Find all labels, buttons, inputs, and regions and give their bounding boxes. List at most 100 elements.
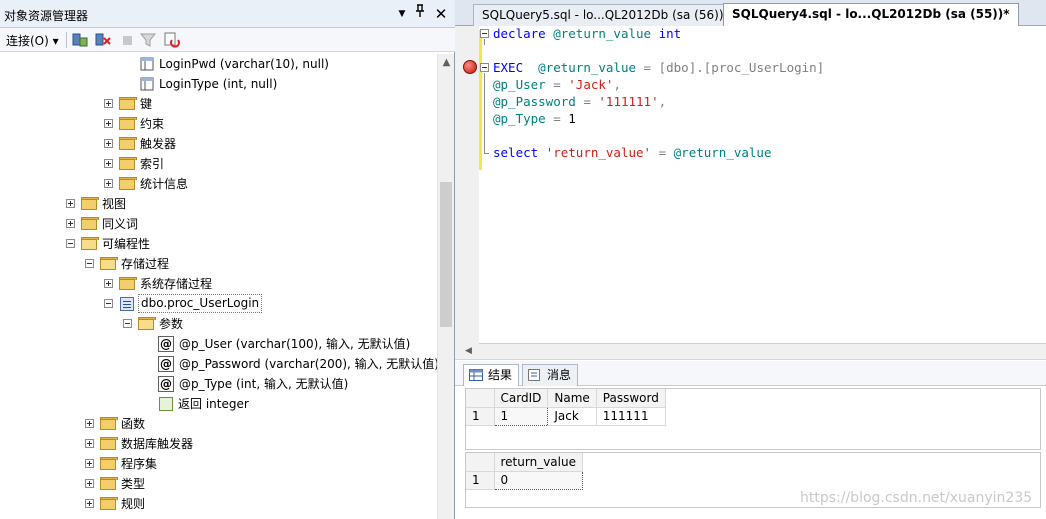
scroll-up-icon[interactable]: ▲: [438, 54, 455, 71]
tab-sqlquery5[interactable]: SQLQuery5.sql - lo...QL2012Db (sa (56))*: [473, 4, 739, 26]
tree-node-return[interactable]: 返回 integer: [0, 394, 437, 414]
tree-node-rules[interactable]: 规则: [0, 494, 437, 514]
expand-icon[interactable]: [104, 179, 113, 188]
breakpoint-icon[interactable]: [463, 60, 477, 74]
expand-icon[interactable]: [85, 479, 94, 488]
connect-button[interactable]: 连接(O) ▾: [6, 32, 59, 49]
tree-node-param-password[interactable]: @ @p_Password (varchar(200), 输入, 无默认值): [0, 354, 437, 374]
parameter-icon: @: [158, 356, 174, 372]
dropdown-icon[interactable]: ▼: [393, 4, 411, 24]
expand-icon[interactable]: [66, 199, 75, 208]
tree-node-constraints[interactable]: 约束: [0, 114, 437, 134]
grid-cell-selected[interactable]: 0: [493, 470, 583, 490]
table-row[interactable]: 1 1 Jack 111111: [466, 406, 666, 426]
collapse-icon[interactable]: [123, 319, 132, 328]
grid-cell[interactable]: 111111: [596, 407, 666, 426]
tree-node-indexes[interactable]: 索引: [0, 154, 437, 174]
tree-node-label: 统计信息: [140, 177, 189, 191]
tree-node-functions[interactable]: 函数: [0, 414, 437, 434]
expand-icon[interactable]: [104, 119, 113, 128]
column-header[interactable]: return_value: [494, 453, 583, 472]
tree-node-label: 同义词: [102, 217, 139, 231]
collapse-icon[interactable]: [104, 299, 113, 308]
object-explorer-titlebar: 对象资源管理器 ▼ ✕: [0, 0, 455, 28]
message-icon: [528, 369, 540, 381]
expand-icon[interactable]: [85, 419, 94, 428]
expand-icon[interactable]: [85, 499, 94, 508]
folder-icon: [119, 117, 137, 130]
tree-node-system-procedures[interactable]: 系统存储过程: [0, 274, 437, 294]
tree-node-label: 约束: [140, 117, 165, 131]
expand-icon[interactable]: [85, 459, 94, 468]
close-icon[interactable]: ✕: [432, 4, 450, 24]
folder-icon: [100, 477, 118, 490]
disconnect-server-icon[interactable]: [95, 32, 111, 48]
editor-horizontal-scrollbar[interactable]: ◀: [455, 344, 1046, 360]
tree-node-param-user[interactable]: @ @p_User (varchar(100), 输入, 无默认值): [0, 334, 437, 354]
expand-icon[interactable]: [85, 439, 94, 448]
identifier-token: [dbo]: [658, 60, 697, 75]
tree-node-proc-userlogin[interactable]: dbo.proc_UserLogin: [0, 294, 437, 314]
column-header[interactable]: Password: [596, 389, 666, 408]
keyword-token: declare: [493, 26, 546, 41]
row-number[interactable]: 1: [466, 407, 495, 426]
tree-node-label: 规则: [121, 497, 146, 511]
fold-icon[interactable]: [480, 63, 489, 72]
tab-messages[interactable]: 消息: [522, 364, 579, 386]
refresh-icon[interactable]: [164, 32, 180, 48]
tree-node-types[interactable]: 类型: [0, 474, 437, 494]
tree-node-label: 数据库触发器: [121, 437, 194, 451]
tab-sqlquery4[interactable]: SQLQuery4.sql - lo...QL2012Db (sa (55))*: [723, 3, 1019, 27]
pin-icon[interactable]: [411, 4, 429, 24]
column-header[interactable]: CardID: [494, 389, 549, 408]
connect-server-icon[interactable]: [72, 32, 88, 48]
tree-node-triggers[interactable]: 触发器: [0, 134, 437, 154]
tree-node-parameters[interactable]: 参数: [0, 314, 437, 334]
variable-token: @return_value: [538, 60, 637, 75]
tree-node-assemblies[interactable]: 程序集: [0, 454, 437, 474]
scroll-left-icon[interactable]: ◀: [465, 346, 472, 356]
collapse-icon[interactable]: [85, 259, 94, 268]
tree-node-loginpwd[interactable]: LoginPwd (varchar(10), null): [0, 54, 437, 74]
operator-token: .: [696, 60, 704, 75]
tree-node-programmability[interactable]: 可编程性: [0, 234, 437, 254]
collapse-icon[interactable]: [66, 239, 75, 248]
expand-icon[interactable]: [66, 219, 75, 228]
tree-scrollbar[interactable]: ▲: [437, 54, 454, 519]
expand-icon[interactable]: [104, 139, 113, 148]
stop-icon[interactable]: [120, 32, 136, 48]
string-token: 'return_value': [545, 145, 652, 160]
filter-icon[interactable]: [139, 32, 157, 48]
tree-node-param-type[interactable]: @ @p_Type (int, 输入, 无默认值): [0, 374, 437, 394]
object-explorer-panel: 对象资源管理器 ▼ ✕ 连接(O) ▾ LoginPwd (varchar(10…: [0, 0, 455, 519]
tree-node-database-triggers[interactable]: 数据库触发器: [0, 434, 437, 454]
tree-node-views[interactable]: 视图: [0, 194, 437, 214]
tree-node-logintype[interactable]: LoginType (int, null): [0, 74, 437, 94]
operator-token: =: [643, 60, 652, 75]
tree-node-synonyms[interactable]: 同义词: [0, 214, 437, 234]
folder-icon: [119, 177, 137, 190]
table-row[interactable]: 1 0: [466, 470, 583, 490]
results-grid-1[interactable]: CardID Name Password 1 1 Jack 111111: [465, 388, 1041, 450]
expand-icon[interactable]: [104, 99, 113, 108]
row-number[interactable]: 1: [466, 471, 495, 490]
operator-token: ,: [613, 77, 621, 92]
tree-node-keys[interactable]: 键: [0, 94, 437, 114]
grid-cell[interactable]: Jack: [547, 407, 597, 426]
expand-icon[interactable]: [104, 279, 113, 288]
tree-node-stored-procedures[interactable]: 存储过程: [0, 254, 437, 274]
tree-node-label: 系统存储过程: [140, 277, 213, 291]
tab-results[interactable]: 结果: [463, 364, 520, 386]
tree-node-label: 类型: [121, 477, 146, 491]
variable-token: @return_value: [673, 145, 772, 160]
keyword-token: EXEC: [493, 60, 524, 75]
fold-line: [484, 153, 489, 154]
folder-open-icon: [100, 257, 118, 270]
expand-icon[interactable]: [104, 159, 113, 168]
scrollbar-thumb[interactable]: [440, 182, 452, 327]
column-header[interactable]: Name: [547, 389, 597, 408]
tree-node-statistics[interactable]: 统计信息: [0, 174, 437, 194]
grid-cell-selected[interactable]: 1: [493, 406, 549, 426]
fold-icon[interactable]: [480, 29, 489, 38]
sql-editor[interactable]: declare @return_value int EXEC @return_v…: [455, 26, 1046, 344]
